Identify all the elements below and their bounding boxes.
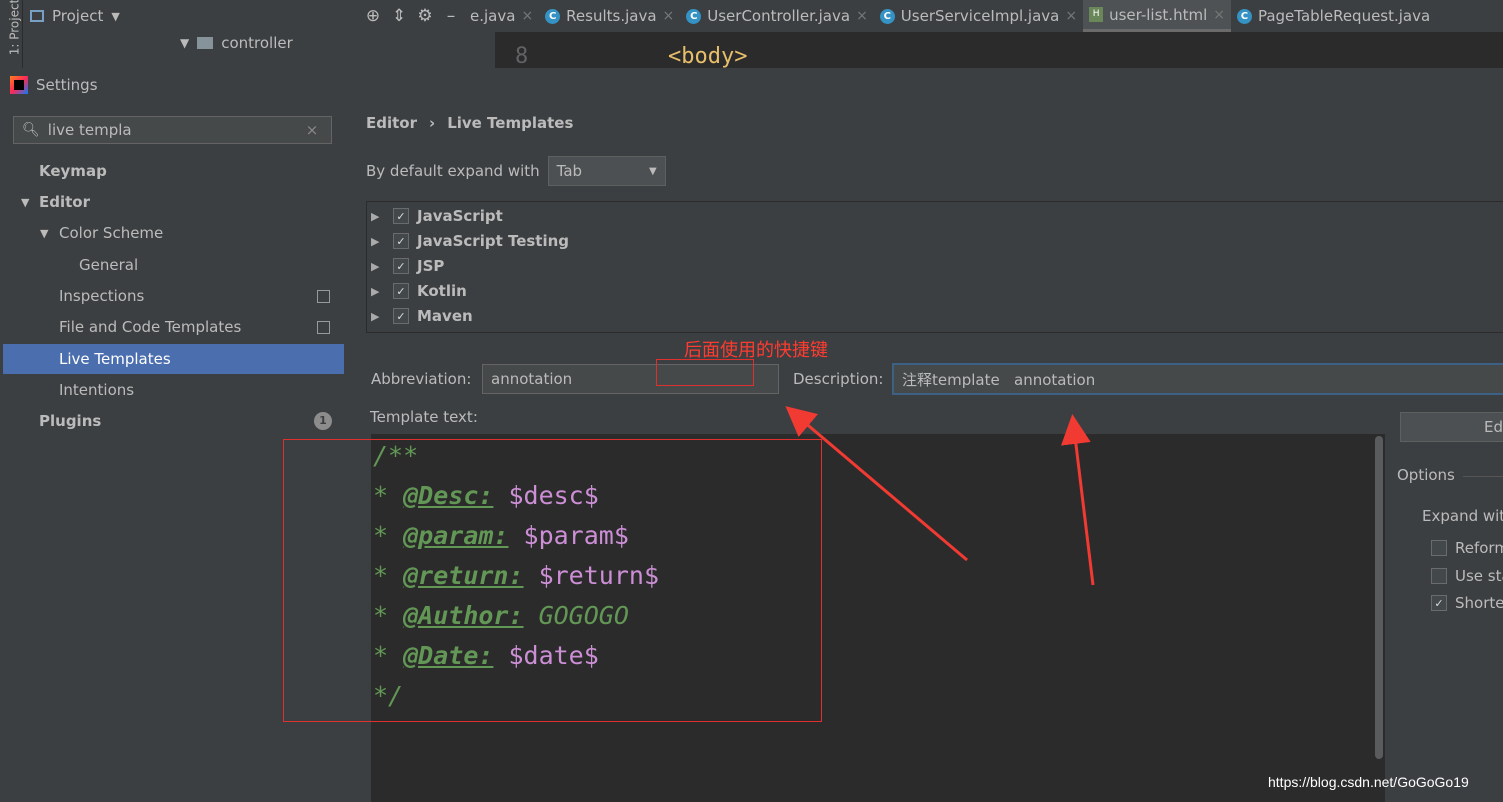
watermark: https://blog.csdn.net/GoGoGo19: [1268, 774, 1469, 790]
arrow-to-description: [1060, 414, 1095, 586]
arrow-to-abbreviation: [785, 406, 968, 562]
annotation-arrows: [785, 406, 1095, 586]
